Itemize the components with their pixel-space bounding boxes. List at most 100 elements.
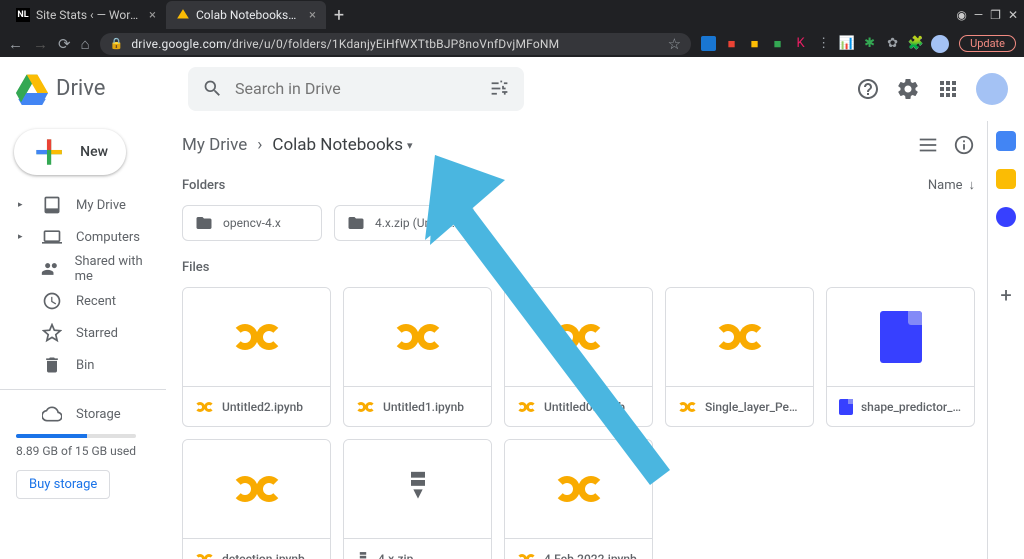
file-card[interactable]: shape_predictor_68_fa... [826, 287, 975, 427]
extension-icon[interactable]: K [793, 36, 808, 51]
file-thumbnail [183, 440, 330, 538]
folder-icon [195, 214, 213, 232]
extension-icon[interactable]: ■ [747, 36, 762, 51]
drive-wordmark: Drive [56, 76, 105, 101]
document-icon [880, 311, 922, 363]
file-thumbnail [505, 440, 652, 538]
extension-icon[interactable]: ✿ [885, 36, 900, 51]
extension-icon[interactable]: ✱ [862, 36, 877, 51]
colab-icon [356, 402, 375, 412]
drive-triangle-icon [16, 73, 48, 105]
browser-tab-active[interactable]: Colab Notebooks - Google × [166, 1, 326, 29]
account-avatar[interactable] [976, 73, 1008, 105]
info-icon[interactable] [953, 134, 975, 156]
chevron-right-icon: ▸ [18, 232, 28, 242]
keep-icon[interactable] [996, 169, 1016, 189]
back-button[interactable]: ← [8, 35, 23, 53]
home-button[interactable]: ⌂ [81, 35, 90, 53]
drive-logo[interactable]: Drive [16, 73, 176, 105]
new-button[interactable]: New [14, 129, 126, 175]
sidebar-label: Recent [76, 294, 116, 309]
sidebar-separator [0, 389, 166, 390]
file-card[interactable]: 4.Feb.2022.ipynb [504, 439, 653, 559]
calendar-icon[interactable] [996, 131, 1016, 151]
breadcrumb-root[interactable]: My Drive [182, 135, 247, 155]
search-input[interactable] [235, 79, 477, 98]
update-button[interactable]: Update [959, 35, 1016, 52]
minimize-icon[interactable]: — [974, 8, 983, 22]
sidebar-item-bin[interactable]: Bin [0, 349, 166, 381]
address-bar[interactable]: 🔒 drive.google.com/drive/u/0/folders/1Kd… [100, 33, 691, 55]
file-name: 4.x.zip [378, 552, 413, 559]
close-icon[interactable]: ✕ [1008, 8, 1018, 22]
extension-icon[interactable] [701, 36, 716, 51]
chevron-down-icon: ▾ [407, 139, 413, 152]
arrow-down-icon: ↓ [969, 177, 976, 193]
colab-icon [715, 324, 765, 350]
file-card[interactable]: Untitled2.ipynb [182, 287, 331, 427]
colab-icon [554, 476, 604, 502]
zip-icon [356, 552, 370, 559]
extension-icons: ■ ■ ■ K ⋮ 📊 ✱ ✿ 🧩 [701, 35, 949, 53]
file-card[interactable]: Untitled1.ipynb [343, 287, 492, 427]
sidebar-item-shared[interactable]: Shared with me [0, 253, 166, 285]
people-icon [41, 259, 61, 279]
clock-icon [42, 291, 62, 311]
file-name: detection.ipynb [222, 552, 305, 559]
profile-avatar[interactable] [931, 35, 949, 53]
breadcrumb-current[interactable]: Colab Notebooks▾ [272, 135, 412, 155]
new-tab-button[interactable]: + [326, 2, 352, 28]
reload-button[interactable]: ⟳ [58, 35, 71, 53]
storage-text: 8.89 GB of 15 GB used [16, 444, 166, 458]
search-options-icon[interactable] [489, 78, 510, 99]
addons-plus-icon[interactable]: + [1000, 283, 1011, 307]
buy-storage-button[interactable]: Buy storage [16, 470, 110, 499]
file-name: Untitled1.ipynb [383, 400, 464, 414]
sidebar-label: Shared with me [75, 254, 152, 284]
sidebar-item-storage[interactable]: Storage [0, 398, 166, 430]
tab-favicon: NL [16, 8, 30, 22]
sidebar-item-starred[interactable]: Starred [0, 317, 166, 349]
sidebar-item-mydrive[interactable]: ▸My Drive [0, 189, 166, 221]
record-icon[interactable]: ◉ [956, 8, 966, 22]
file-card[interactable]: Untitled0.ipynb [504, 287, 653, 427]
folder-item[interactable]: 4.x.zip (Unzipped Files) [334, 205, 474, 241]
file-name: shape_predictor_68_fa... [861, 400, 962, 414]
extension-icon[interactable]: 📊 [839, 36, 854, 51]
tab-close-icon[interactable]: × [149, 8, 156, 23]
main-area: New ▸My Drive ▸Computers Shared with me … [0, 121, 1024, 559]
browser-chrome: NL Site Stats ‹ — WordPress × Colab Note… [0, 0, 1024, 57]
extension-icon[interactable]: ■ [770, 36, 785, 51]
tab-close-icon[interactable]: × [309, 8, 316, 23]
colab-icon [232, 476, 282, 502]
maximize-icon[interactable]: ❐ [990, 8, 1001, 22]
forward-button[interactable]: → [33, 35, 48, 53]
file-meta: Untitled2.ipynb [183, 386, 330, 426]
apps-grid-icon[interactable] [936, 77, 960, 101]
extension-icon[interactable]: ■ [724, 36, 739, 51]
file-card[interactable]: Single_layer_Perceptro... [665, 287, 814, 427]
colab-icon [554, 324, 604, 350]
settings-icon[interactable] [896, 77, 920, 101]
list-view-icon[interactable] [917, 134, 939, 156]
sidebar-item-computers[interactable]: ▸Computers [0, 221, 166, 253]
file-card[interactable]: 4.x.zip [343, 439, 492, 559]
extension-icon[interactable]: ⋮ [816, 36, 831, 51]
storage-bar [16, 434, 136, 438]
document-icon [839, 399, 853, 415]
extensions-button[interactable]: 🧩 [908, 36, 923, 51]
file-card[interactable]: detection.ipynb [182, 439, 331, 559]
folder-item[interactable]: opencv-4.x [182, 205, 322, 241]
search-bar[interactable] [188, 67, 524, 111]
browser-tab[interactable]: NL Site Stats ‹ — WordPress × [6, 1, 166, 29]
sort-toggle[interactable]: Name↓ [928, 177, 975, 193]
file-meta: Single_layer_Perceptro... [666, 386, 813, 426]
sidebar-item-recent[interactable]: Recent [0, 285, 166, 317]
colab-icon [678, 402, 697, 412]
files-section-header: Files [182, 255, 975, 279]
help-icon[interactable] [856, 77, 880, 101]
search-icon [202, 78, 223, 99]
star-icon[interactable]: ☆ [668, 35, 681, 53]
tasks-icon[interactable] [996, 207, 1016, 227]
folder-name: 4.x.zip (Unzipped Files) [375, 216, 461, 230]
